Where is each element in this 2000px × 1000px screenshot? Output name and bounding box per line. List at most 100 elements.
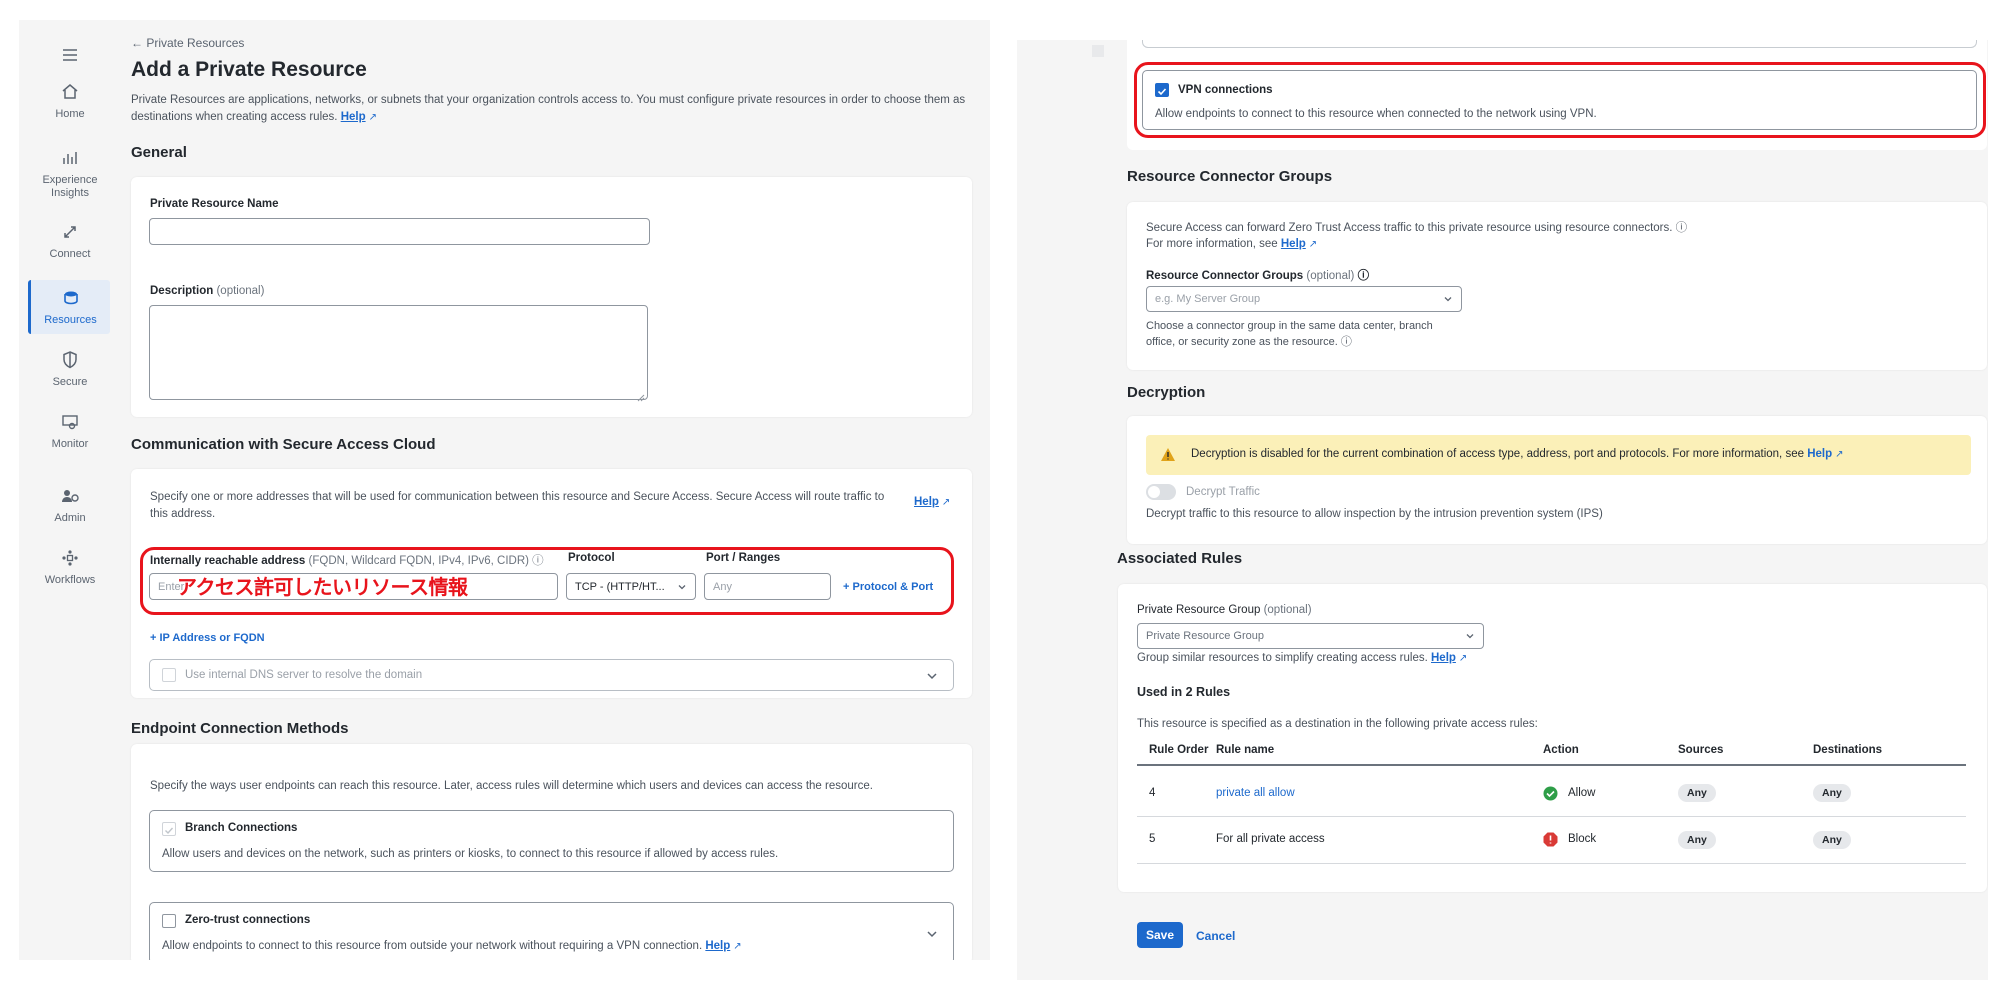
associated-rules-heading: Associated Rules — [1117, 550, 1243, 567]
sidebar-item-monitor[interactable]: Monitor — [29, 412, 111, 451]
group-hint-text: Group similar resources to simplify crea… — [1137, 652, 1428, 664]
decryption-warning: Decryption is disabled for the current c… — [1146, 435, 1971, 475]
help-link[interactable]: Help — [1807, 448, 1832, 460]
sidebar-item-experience-insights[interactable]: Experience Insights — [29, 148, 111, 200]
connector-groups-heading: Resource Connector Groups — [1127, 168, 1333, 185]
cancel-button[interactable]: Cancel — [1196, 929, 1235, 943]
save-button[interactable]: Save — [1137, 922, 1183, 948]
general-card: Private Resource Name Description (optio… — [131, 177, 972, 417]
info-icon: ⓘ — [1675, 222, 1688, 234]
column-header: Action — [1543, 744, 1579, 756]
sidebar-item-label: Experience Insights — [42, 174, 98, 199]
connector-hint: Choose a connector group in the same dat… — [1146, 318, 1433, 350]
sources-badge: Any — [1678, 831, 1716, 849]
sidebar-item-home[interactable]: Home — [29, 82, 111, 121]
endpoint-heading: Endpoint Connection Methods — [131, 720, 349, 737]
page-title: Add a Private Resource — [131, 58, 367, 81]
decryption-card: Decryption is disabled for the current c… — [1127, 416, 1987, 544]
sidebar-item-label: Connect — [49, 248, 91, 260]
warning-text: Decryption is disabled for the current c… — [1191, 448, 1804, 460]
dns-option-row[interactable]: Use internal DNS server to resolve the d… — [149, 659, 954, 691]
group-label: Private Resource Group (optional) — [1137, 604, 1312, 616]
description-label: Description (optional) — [150, 285, 264, 297]
connect-icon — [60, 222, 80, 242]
left-screenshot-panel: Home Experience Insights Connect Resourc… — [19, 20, 990, 960]
branch-connections-option[interactable]: Branch Connections Allow users and devic… — [149, 810, 954, 872]
optional-tag: (optional) — [216, 285, 265, 297]
page-description-text: Private Resources are applications, netw… — [131, 94, 966, 123]
column-header: Sources — [1678, 744, 1724, 756]
shield-icon — [60, 350, 80, 370]
resource-name-input[interactable] — [149, 218, 650, 245]
monitor-icon — [60, 412, 80, 432]
help-link[interactable]: Help — [914, 496, 939, 508]
add-ip-address-link[interactable]: + IP Address or FQDN — [150, 632, 265, 644]
previous-option-edge — [1142, 40, 1977, 48]
column-header: Destinations — [1813, 744, 1883, 756]
insights-icon — [60, 148, 80, 168]
external-link-icon: ↗ — [1458, 653, 1468, 664]
endpoint-card: Specify the ways user endpoints can reac… — [131, 744, 972, 960]
help-link[interactable]: Help — [705, 940, 730, 952]
help-link[interactable]: Help — [341, 111, 366, 123]
workflows-icon — [60, 548, 80, 568]
communication-help: Help ↗ — [914, 496, 950, 508]
sidebar-item-label: Resources — [44, 314, 97, 326]
external-link-icon: ↗ — [368, 112, 377, 123]
connector-groups-select[interactable]: e.g. My Server Group — [1146, 286, 1462, 312]
page-description: Private Resources are applications, netw… — [131, 92, 976, 126]
hamburger-menu-icon[interactable] — [59, 44, 81, 66]
chevron-down-icon[interactable] — [925, 927, 939, 941]
chevron-down-icon[interactable] — [925, 669, 939, 683]
highlight-box — [1134, 62, 1986, 138]
connector-line2-text: For more information, see — [1146, 238, 1278, 250]
rule-action: Allow — [1568, 787, 1596, 799]
zero-trust-desc-text: Allow endpoints to connect to this resou… — [162, 940, 703, 952]
optional-tag: (optional) — [1263, 604, 1312, 616]
resource-name-label: Private Resource Name — [150, 198, 279, 210]
chevron-down-icon — [1465, 631, 1475, 641]
sidebar-item-workflows[interactable]: Workflows — [29, 548, 111, 587]
check-circle-icon — [1543, 786, 1558, 801]
communication-heading: Communication with Secure Access Cloud — [131, 436, 436, 453]
communication-text: Specify one or more addresses that will … — [150, 491, 885, 520]
description-textarea[interactable] — [149, 305, 648, 402]
communication-card: Specify one or more addresses that will … — [131, 469, 972, 698]
sidebar-item-label: Secure — [52, 376, 88, 388]
associated-rules-card: Private Resource Group (optional) Privat… — [1118, 584, 1987, 892]
column-header: Rule Order — [1149, 744, 1209, 756]
zero-trust-title: Zero-trust connections — [185, 914, 311, 926]
general-heading: General — [131, 144, 187, 161]
zero-trust-checkbox[interactable] — [162, 914, 176, 928]
warning-icon — [1160, 447, 1176, 462]
branch-description: Allow users and devices on the network, … — [162, 848, 779, 860]
sidebar-item-admin[interactable]: Admin — [29, 486, 111, 525]
connector-groups-label: Resource Connector Groups (optional) ⓘ — [1146, 267, 1369, 283]
rule-name-link[interactable]: private all allow — [1216, 787, 1295, 799]
connector-hint-line1: Choose a connector group in the same dat… — [1146, 320, 1433, 332]
destinations-badge: Any — [1813, 831, 1851, 849]
sources-badge: Any — [1678, 784, 1716, 802]
scroll-marker — [1092, 45, 1104, 57]
help-link[interactable]: Help — [1281, 238, 1306, 250]
external-link-icon: ↗ — [941, 497, 951, 508]
optional-tag: (optional) — [1306, 270, 1355, 282]
group-placeholder: Private Resource Group — [1146, 630, 1264, 642]
external-link-icon: ↗ — [1308, 239, 1318, 250]
decrypt-traffic-toggle[interactable] — [1146, 484, 1176, 500]
branch-checkbox[interactable] — [162, 822, 176, 836]
breadcrumb-back-link[interactable]: ← Private Resources — [131, 36, 244, 50]
zero-trust-option[interactable]: Zero-trust connections Allow endpoints t… — [149, 902, 954, 960]
rule-name: For all private access — [1216, 833, 1325, 845]
sidebar-item-resources[interactable]: Resources — [28, 280, 110, 334]
dns-checkbox[interactable] — [162, 668, 176, 682]
column-header: Rule name — [1216, 744, 1275, 756]
connector-groups-card: Secure Access can forward Zero Trust Acc… — [1127, 202, 1987, 370]
connector-label-text: Resource Connector Groups — [1146, 270, 1304, 282]
sidebar-item-secure[interactable]: Secure — [29, 350, 111, 389]
private-resource-group-select[interactable]: Private Resource Group — [1137, 623, 1484, 649]
home-icon — [60, 82, 80, 102]
resize-grip-icon[interactable] — [637, 389, 645, 402]
sidebar-item-connect[interactable]: Connect — [29, 222, 111, 261]
help-link[interactable]: Help — [1431, 652, 1456, 664]
